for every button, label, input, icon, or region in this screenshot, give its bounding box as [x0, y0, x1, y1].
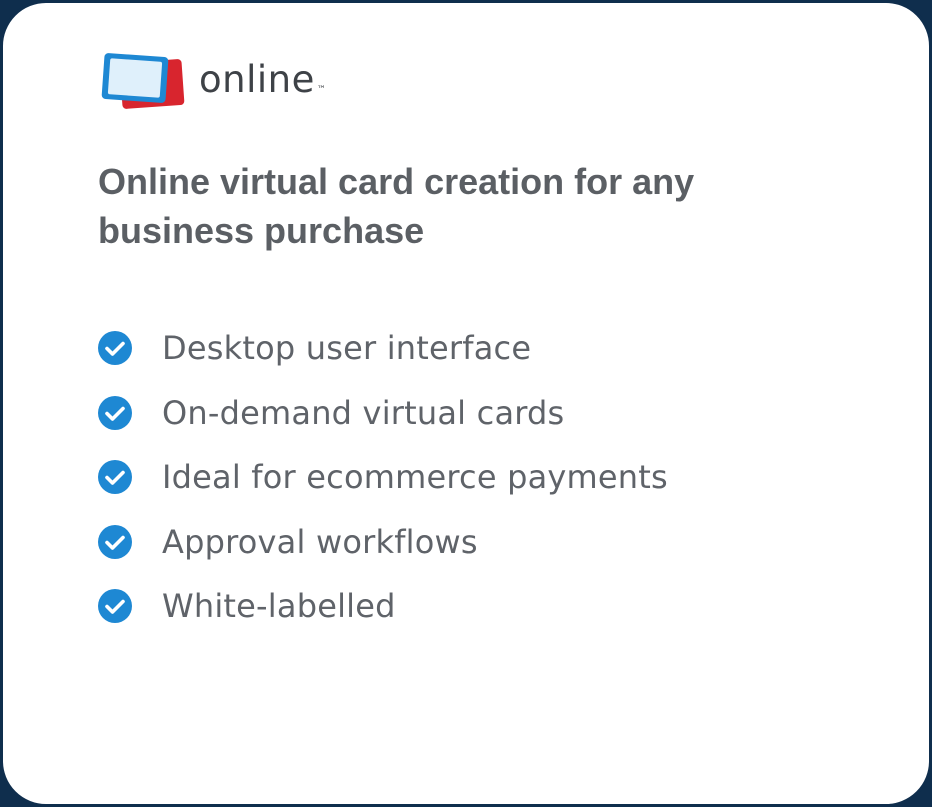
feature-label: White-labelled	[162, 587, 396, 626]
check-circle-icon	[98, 331, 132, 366]
feature-label: On-demand virtual cards	[162, 393, 565, 432]
check-circle-icon	[98, 395, 132, 430]
check-circle-icon	[98, 460, 132, 495]
feature-item: Approval workflows	[96, 510, 668, 575]
feature-label: Approval workflows	[162, 522, 478, 561]
headline: Online virtual card creation for any bus…	[98, 161, 695, 251]
feature-label: Desktop user interface	[162, 329, 532, 368]
brand-wordmark: online ™	[199, 57, 327, 101]
feature-item: Ideal for ecommerce payments	[96, 445, 668, 510]
feature-item: On-demand virtual cards	[96, 381, 668, 446]
feature-list: Desktop user interface On-demand virtual…	[96, 316, 668, 639]
feature-label: Ideal for ecommerce payments	[162, 458, 668, 497]
brand-logo: online ™	[99, 49, 326, 113]
cards-logo-icon	[101, 53, 185, 109]
product-card: online ™ Online virtual card creation for…	[0, 0, 932, 807]
trademark-symbol: ™	[316, 84, 327, 95]
feature-item: White-labelled	[96, 574, 668, 639]
check-circle-icon	[98, 524, 132, 559]
feature-item: Desktop user interface	[96, 316, 668, 381]
check-circle-icon	[98, 589, 132, 624]
